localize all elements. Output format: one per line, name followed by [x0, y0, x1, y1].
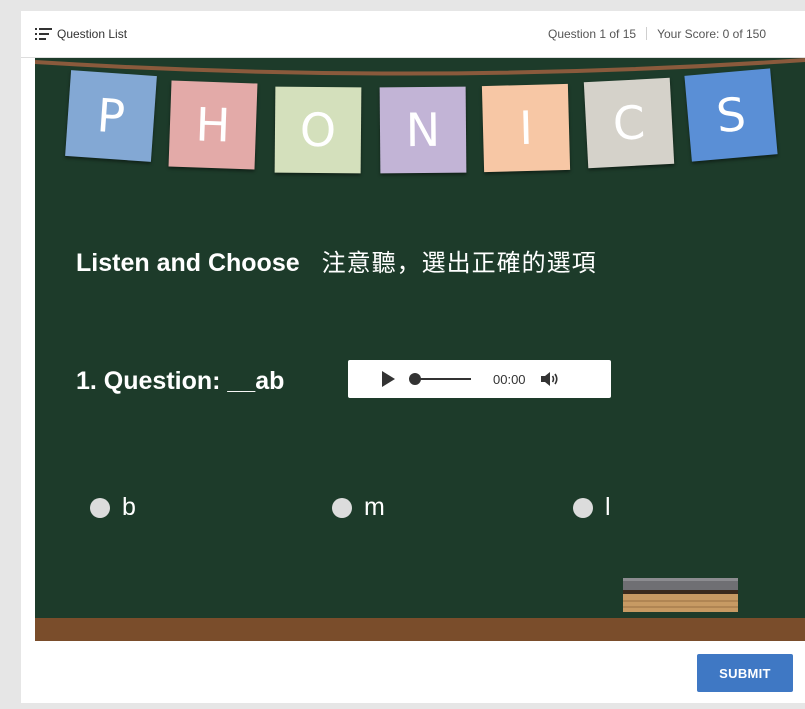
- question-list-label: Question List: [57, 27, 128, 41]
- option-l[interactable]: l: [573, 493, 611, 522]
- option-label: l: [605, 493, 611, 521]
- banner-letter-c: C: [583, 77, 675, 169]
- option-label: m: [364, 493, 385, 521]
- question-progress: Question 1 of 15: [548, 27, 637, 41]
- top-bar: Question List Question 1 of 15 Your Score…: [21, 11, 805, 58]
- play-icon[interactable]: [382, 371, 395, 387]
- banner-letter-i: I: [481, 83, 571, 173]
- instruction-heading: Listen and Choose 注意聽，選出正確的選項: [76, 243, 597, 278]
- radio-button[interactable]: [332, 497, 352, 518]
- banner-letter-o: O: [274, 86, 362, 174]
- quiz-frame: Question List Question 1 of 15 Your Score…: [21, 11, 805, 703]
- radio-button[interactable]: [90, 497, 110, 518]
- audio-player: 00:00: [348, 360, 611, 398]
- chalk-ledge: [35, 618, 805, 641]
- question-label: 1. Question: __ab: [76, 367, 285, 395]
- banner-letter-n: N: [379, 86, 467, 174]
- eraser-illustration: [623, 578, 738, 612]
- divider: [646, 27, 648, 40]
- list-icon: [35, 28, 52, 40]
- banner-letter-s: S: [684, 68, 778, 162]
- instruction-chinese: 注意聽，選出正確的選項: [321, 249, 597, 277]
- chalkboard: P H O N I C S Listen and Choose 注意聽，選出正確的…: [35, 58, 805, 641]
- banner-letter-h: H: [168, 80, 258, 170]
- progress-knob[interactable]: [409, 373, 421, 385]
- audio-progress-slider[interactable]: [409, 373, 471, 385]
- question-list-button[interactable]: Question List: [35, 27, 127, 41]
- audio-time: 00:00: [493, 371, 526, 387]
- option-label: b: [122, 493, 136, 521]
- volume-icon[interactable]: [540, 371, 560, 387]
- quiz-status: Question 1 of 15 Your Score: 0 of 150: [548, 27, 766, 41]
- option-b[interactable]: b: [90, 493, 136, 522]
- score-text: Your Score: 0 of 150: [657, 27, 767, 41]
- submit-button[interactable]: SUBMIT: [697, 654, 793, 692]
- radio-button[interactable]: [573, 497, 593, 518]
- banner-letter-p: P: [65, 70, 157, 162]
- option-m[interactable]: m: [332, 493, 385, 522]
- instruction-english: Listen and Choose: [76, 249, 300, 277]
